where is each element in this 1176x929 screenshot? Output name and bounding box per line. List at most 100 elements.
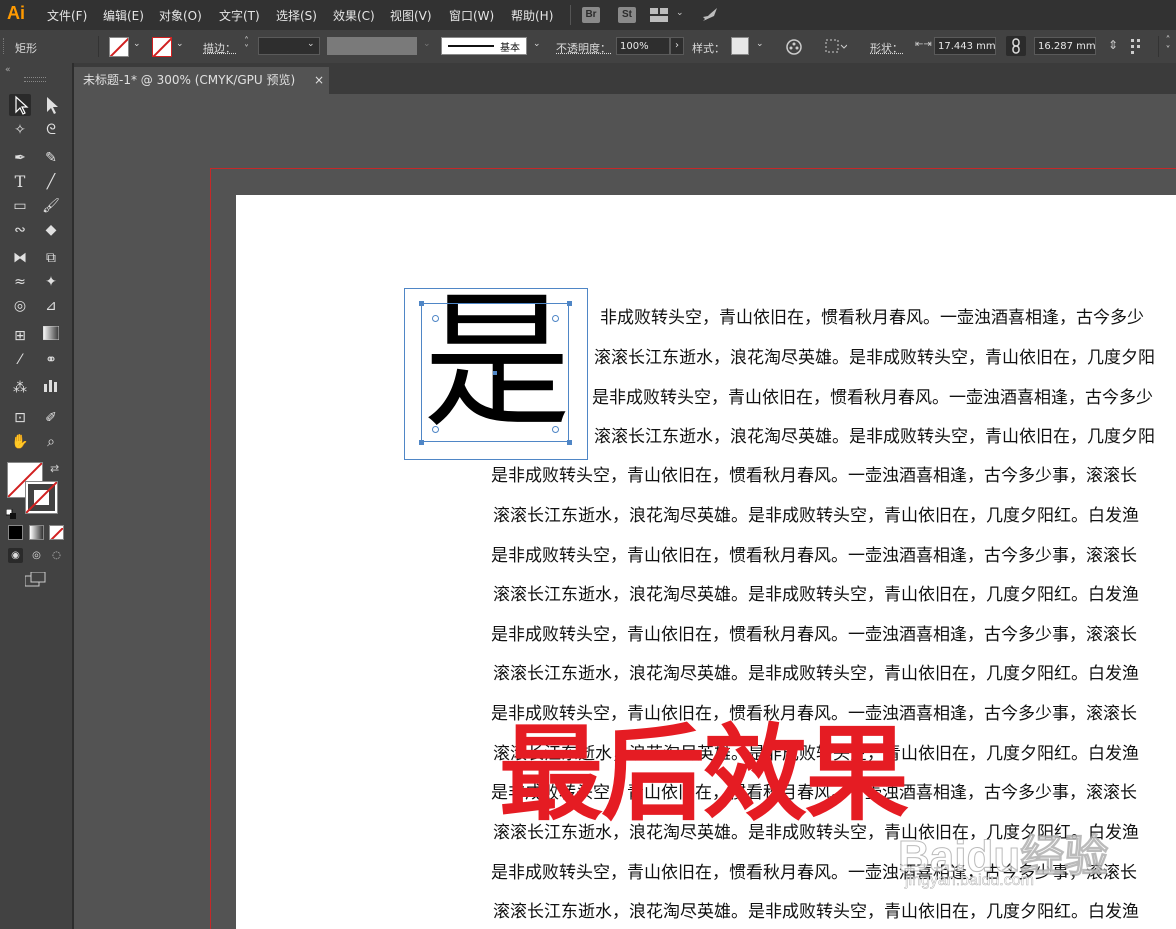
text-line[interactable]: 是非成败转头空，青山依旧在，惯看秋月春风。一壶浊酒喜相逢，古今多少事，滚滚长 xyxy=(491,620,1137,645)
artboard-tool-icon[interactable]: ⊡ xyxy=(9,407,31,429)
symbol-sprayer-tool-icon[interactable]: ⁂ xyxy=(9,377,31,399)
color-mode-icon[interactable] xyxy=(8,525,23,540)
panel-grip[interactable] xyxy=(3,38,8,54)
reflect-tool-icon[interactable]: ⧓ xyxy=(9,247,31,269)
panel-grip[interactable] xyxy=(24,77,46,82)
transform-reference-icon[interactable] xyxy=(1130,38,1148,57)
selection-tool-icon[interactable] xyxy=(9,94,31,116)
scale-tool-icon[interactable]: ⧉ xyxy=(40,247,62,269)
shaper-tool-icon[interactable]: ∾ xyxy=(9,219,31,241)
chevron-right-icon[interactable]: › xyxy=(670,37,684,55)
bridge-button[interactable]: Br xyxy=(582,7,600,23)
shape-builder-tool-icon[interactable]: ◎ xyxy=(9,295,31,317)
chevron-down-icon[interactable]: ⌄ xyxy=(423,39,431,49)
chevron-down-icon[interactable]: ⌄ xyxy=(133,39,141,49)
chevron-down-icon[interactable]: ⌄ xyxy=(307,39,315,49)
text-line[interactable]: 是非成败转头空，青山依旧在，惯看秋月春风。一壶浊酒喜相逢，古今多少事，滚滚长 xyxy=(491,541,1137,566)
menu-file[interactable]: 文件(F) xyxy=(47,7,87,24)
transform-stepper[interactable]: ˄ ˅ xyxy=(1158,36,1176,57)
text-line[interactable]: 是非成败转头空，青山依旧在，惯看秋月春风。一壶浊酒喜相逢，古今多少事，滚滚长 xyxy=(491,461,1137,486)
eraser-tool-icon[interactable]: ◆ xyxy=(40,219,62,241)
text-line[interactable]: 是非成败转头空，青山依旧在，惯看秋月春风。一壶浊酒喜相逢，古今多少 xyxy=(592,383,1153,408)
text-line[interactable]: 滚滚长江东逝水，浪花淘尽英雄。是非成败转头空，青山依旧在，几度夕阳 xyxy=(594,343,1155,368)
variable-width-profile[interactable] xyxy=(327,37,417,55)
opacity-label[interactable]: 不透明度： xyxy=(556,40,611,56)
text-line[interactable]: 非成败转头空，青山依旧在，惯看秋月春风。一壶浊酒喜相逢，古今多少 xyxy=(600,303,1144,328)
none-mode-icon[interactable] xyxy=(49,525,64,540)
stroke-label[interactable]: 描边： xyxy=(203,40,236,56)
rectangle-tool-icon[interactable]: ▭ xyxy=(9,195,31,217)
paintbrush-tool-icon[interactable]: 🖌 xyxy=(40,195,62,217)
lasso-tool-icon[interactable]: ᘓ xyxy=(40,119,62,141)
column-graph-tool-icon[interactable] xyxy=(40,377,62,399)
corner-radius-widget[interactable] xyxy=(432,426,439,433)
chevron-down-icon[interactable]: ⌄ xyxy=(756,39,764,49)
default-colors-icon[interactable] xyxy=(5,504,16,519)
gpu-performance-icon[interactable] xyxy=(700,5,720,28)
menu-object[interactable]: 对象(O) xyxy=(159,7,202,24)
collapse-panel-icon[interactable]: « xyxy=(5,65,11,75)
draw-normal-icon[interactable]: ◉ xyxy=(8,548,23,563)
align-to-icon[interactable] xyxy=(825,38,848,57)
menu-edit[interactable]: 编辑(E) xyxy=(103,7,144,24)
text-line[interactable]: 滚滚长江东逝水，浪花淘尽英雄。是非成败转头空，青山依旧在，几度夕阳红。白发渔 xyxy=(493,580,1139,605)
resize-handle[interactable] xyxy=(419,301,424,306)
brush-definition[interactable]: 基本 xyxy=(441,37,527,55)
stroke-swatch[interactable] xyxy=(152,37,172,57)
close-icon[interactable]: × xyxy=(314,67,324,94)
document-tab[interactable]: 未标题-1* @ 300% (CMYK/GPU 预览) xyxy=(74,67,329,94)
menu-view[interactable]: 视图(V) xyxy=(390,7,432,24)
corner-radius-widget[interactable] xyxy=(552,315,559,322)
width-tool-icon[interactable]: ≈ xyxy=(9,271,31,293)
chevron-down-icon[interactable]: ⌄ xyxy=(533,39,541,49)
constrain-proportions-link-icon[interactable] xyxy=(1006,36,1026,56)
perspective-grid-tool-icon[interactable]: ⊿ xyxy=(40,295,62,317)
draw-behind-icon[interactable]: ◎ xyxy=(29,548,44,563)
text-line[interactable]: 滚滚长江东逝水，浪花淘尽英雄。是非成败转头空，青山依旧在，几度夕阳红。白发渔 xyxy=(493,897,1139,922)
corner-radius-widget[interactable] xyxy=(552,426,559,433)
puppet-warp-tool-icon[interactable]: ✦ xyxy=(40,271,62,293)
gradient-tool-icon[interactable] xyxy=(40,325,62,347)
corner-radius-widget[interactable] xyxy=(432,315,439,322)
chevron-down-icon[interactable]: ⌄ xyxy=(676,8,684,18)
magic-wand-tool-icon[interactable]: ✧ xyxy=(9,119,31,141)
text-line[interactable]: 滚滚长江东逝水，浪花淘尽英雄。是非成败转头空，青山依旧在，几度夕阳红。白发渔 xyxy=(493,501,1139,526)
slice-tool-icon[interactable]: ✐ xyxy=(40,407,62,429)
text-line[interactable]: 滚滚长江东逝水，浪花淘尽英雄。是非成败转头空，青山依旧在，几度夕阳红。白发渔 xyxy=(493,659,1139,684)
stroke-weight-stepper[interactable]: ˄ ˅ xyxy=(244,37,249,55)
resize-handle[interactable] xyxy=(567,301,572,306)
width-field[interactable]: 17.443 mm xyxy=(934,37,996,55)
screen-mode-icon[interactable] xyxy=(24,571,47,592)
stroke-color-swatch[interactable] xyxy=(25,481,58,514)
draw-inside-icon[interactable]: ◌ xyxy=(49,548,64,563)
resize-handle[interactable] xyxy=(567,440,572,445)
chevron-down-icon[interactable]: ⌄ xyxy=(176,39,184,49)
eyedropper-tool-icon[interactable]: ⁄ xyxy=(9,349,31,371)
blend-tool-icon[interactable]: ⚭ xyxy=(40,349,62,371)
menu-effect[interactable]: 效果(C) xyxy=(333,7,375,24)
shape-label[interactable]: 形状： xyxy=(870,40,903,56)
gradient-mode-icon[interactable] xyxy=(29,525,44,540)
direct-selection-tool-icon[interactable] xyxy=(40,94,62,116)
line-segment-tool-icon[interactable]: ╱ xyxy=(40,171,62,193)
recolor-artwork-icon[interactable] xyxy=(785,38,803,59)
hand-tool-icon[interactable]: ✋ xyxy=(9,431,31,453)
graphic-style-swatch[interactable] xyxy=(731,37,749,55)
pen-tool-icon[interactable]: ✒ xyxy=(9,147,31,169)
swap-fill-stroke-icon[interactable]: ⇄ xyxy=(50,462,59,475)
height-field[interactable]: 16.287 mm xyxy=(1034,37,1096,55)
fill-swatch[interactable] xyxy=(109,37,129,57)
type-tool-icon[interactable]: T xyxy=(9,171,31,193)
resize-handle[interactable] xyxy=(419,440,424,445)
zoom-tool-icon[interactable]: ⌕ xyxy=(40,431,62,453)
menu-help[interactable]: 帮助(H) xyxy=(511,7,553,24)
center-point-handle[interactable] xyxy=(493,371,497,375)
stock-button[interactable]: St xyxy=(618,7,636,23)
text-line[interactable]: 滚滚长江东逝水，浪花淘尽英雄。是非成败转头空，青山依旧在，几度夕阳 xyxy=(594,422,1155,447)
mesh-tool-icon[interactable]: ⊞ xyxy=(9,325,31,347)
opacity-field[interactable]: 100% xyxy=(616,37,670,55)
menu-window[interactable]: 窗口(W) xyxy=(449,7,494,24)
curvature-tool-icon[interactable]: ✎ xyxy=(40,147,62,169)
menu-type[interactable]: 文字(T) xyxy=(219,7,260,24)
arrange-documents-icon[interactable] xyxy=(650,8,668,22)
